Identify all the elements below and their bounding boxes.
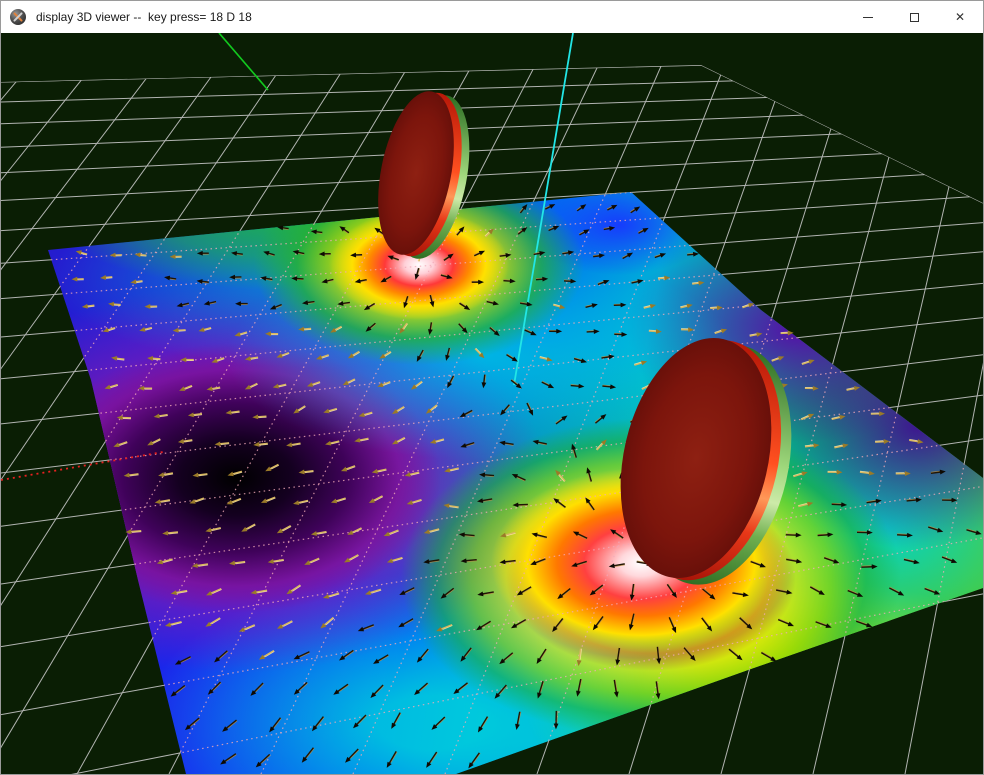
axes (1, 33, 573, 480)
close-icon: ✕ (955, 10, 965, 24)
scene-overlay (1, 33, 983, 774)
app-globe-x-icon (10, 9, 26, 25)
minimize-button[interactable] (845, 1, 891, 33)
app-window: display 3D viewer -- key press= 18 D 18 … (0, 0, 984, 775)
maximize-icon (910, 13, 919, 22)
ground-grid (1, 33, 983, 774)
window-controls: ✕ (845, 1, 983, 33)
maximize-button[interactable] (891, 1, 937, 33)
minimize-icon (863, 17, 873, 18)
disk-2 (598, 323, 814, 600)
disk-1 (366, 85, 482, 265)
titlebar[interactable]: display 3D viewer -- key press= 18 D 18 … (1, 1, 983, 33)
disks (366, 85, 814, 600)
window-title: display 3D viewer -- key press= 18 D 18 (36, 10, 252, 24)
viewer-3d-canvas[interactable] (1, 33, 983, 774)
surface-grid (1, 33, 983, 774)
close-button[interactable]: ✕ (937, 1, 983, 33)
